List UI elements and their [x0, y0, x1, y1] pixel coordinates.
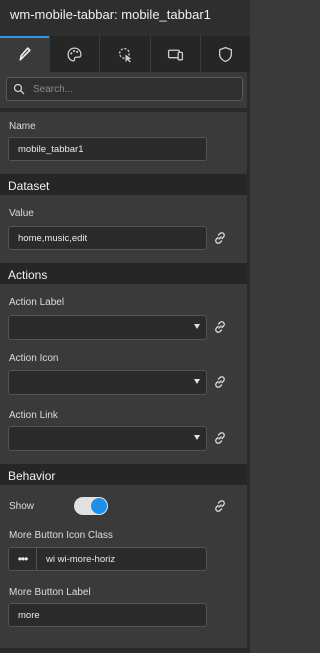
bottom-edge — [0, 648, 250, 653]
tab-properties[interactable] — [0, 36, 51, 72]
bind-link-icon[interactable] — [213, 231, 227, 245]
property-tabs — [0, 36, 250, 72]
action-label-select[interactable] — [8, 315, 207, 340]
window-title: wm-mobile-tabbar: mobile_tabbar1 — [0, 0, 250, 36]
chevron-down-icon — [194, 324, 200, 329]
action-link-label: Action Link — [9, 410, 58, 421]
search-input[interactable] — [31, 82, 235, 96]
show-label: Show — [9, 501, 35, 512]
tab-events[interactable] — [100, 36, 151, 72]
value-label: Value — [9, 208, 34, 219]
section-actions[interactable]: Actions — [0, 263, 250, 284]
name-field[interactable]: mobile_tabbar1 — [8, 137, 207, 161]
name-label: Name — [9, 121, 36, 132]
section-behavior[interactable]: Behavior — [0, 464, 250, 485]
scrollbar[interactable] — [247, 72, 250, 648]
tab-device[interactable] — [151, 36, 201, 72]
more-button-label-field[interactable]: more — [8, 603, 207, 627]
more-button-label-label: More Button Label — [9, 587, 91, 598]
bind-link-icon[interactable] — [213, 499, 227, 513]
icon-picker-button[interactable]: ••• — [8, 547, 36, 571]
bind-link-icon[interactable] — [213, 375, 227, 389]
show-toggle[interactable] — [74, 497, 108, 515]
tab-styles[interactable] — [50, 36, 101, 72]
value-field[interactable]: home,music,edit — [8, 226, 207, 250]
shield-icon — [218, 46, 232, 62]
action-label-label: Action Label — [9, 297, 65, 308]
search-box — [6, 77, 243, 101]
devices-icon — [167, 49, 183, 60]
cursor-click-icon — [118, 47, 131, 62]
toggle-knob — [91, 498, 107, 514]
chevron-down-icon — [194, 435, 200, 440]
palette-icon — [67, 46, 82, 62]
pencil-icon — [19, 46, 31, 61]
action-icon-select[interactable] — [8, 370, 207, 395]
section-dataset[interactable]: Dataset — [0, 174, 250, 195]
chevron-down-icon — [194, 379, 200, 384]
more-icon-class-field[interactable]: wi wi-more-horiz — [36, 547, 207, 571]
more-icon-class-label: More Button Icon Class — [9, 530, 113, 541]
bind-link-icon[interactable] — [213, 320, 227, 334]
action-icon-label: Action Icon — [9, 353, 59, 364]
tab-security[interactable] — [201, 36, 250, 72]
bind-link-icon[interactable] — [213, 431, 227, 445]
divider — [0, 108, 250, 112]
action-link-select[interactable] — [8, 426, 207, 451]
search-icon — [13, 83, 25, 95]
